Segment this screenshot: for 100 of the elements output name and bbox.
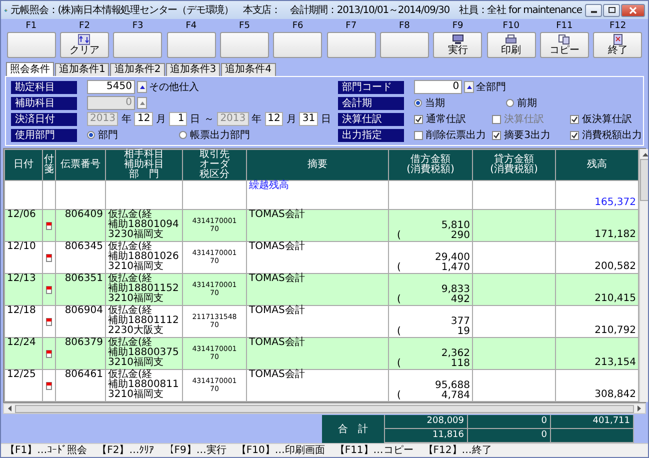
exit-icon xyxy=(612,34,624,45)
sticky-note-icon xyxy=(46,350,52,358)
minimize-button[interactable] xyxy=(585,4,602,16)
sticky-note-icon xyxy=(46,222,52,230)
debit-amount: 29,400 xyxy=(435,252,470,263)
maximize-button[interactable] xyxy=(603,4,620,16)
radio-button[interactable] xyxy=(179,131,187,139)
balance-amount: 210,415 xyxy=(594,293,636,304)
function-button[interactable]: 印刷 xyxy=(486,32,536,58)
total-credit-tax: 0 xyxy=(468,429,551,443)
checkbox-label: 決算仕訳 xyxy=(504,112,544,126)
function-button[interactable]: 終了 xyxy=(593,32,642,58)
department-code-field[interactable]: 0 xyxy=(414,80,462,94)
arrows-icon xyxy=(78,34,90,45)
function-key-label: F10 xyxy=(502,20,520,32)
total-balance: 401,711 xyxy=(551,415,634,429)
field-label: 部門コード xyxy=(338,80,404,94)
account-code-field[interactable]: 5450 xyxy=(87,80,135,94)
sticky-note-icon xyxy=(46,318,52,326)
date-unit: 月 xyxy=(155,113,168,126)
tab[interactable]: 追加条件4 xyxy=(221,63,276,76)
counter-account-text: 仮払金(経 補助18801026 3210福岡支 xyxy=(108,242,179,272)
scroll-up-icon[interactable] xyxy=(642,152,648,157)
triangle-icon xyxy=(466,84,472,90)
column-header: 残高 xyxy=(556,150,638,180)
function-key-label: F8 xyxy=(399,20,410,32)
radio-label: 前期 xyxy=(517,96,538,110)
tab[interactable]: 照会条件 xyxy=(6,62,54,76)
radio-label: 当期 xyxy=(425,96,446,110)
date-cell: 12/10 xyxy=(7,241,36,252)
function-button[interactable]: コピー xyxy=(540,32,589,58)
scroll-left-icon[interactable] xyxy=(7,405,12,412)
tax-bracket: ( xyxy=(397,263,401,273)
function-button[interactable] xyxy=(166,32,216,58)
scrollbar-thumb[interactable] xyxy=(640,159,648,201)
sticky-note-icon xyxy=(46,382,52,390)
checkbox[interactable] xyxy=(570,130,580,140)
scrollbar-thumb[interactable] xyxy=(15,404,634,412)
checkbox[interactable] xyxy=(492,130,502,140)
date-unit: 年 xyxy=(250,113,263,126)
printer-icon xyxy=(505,34,518,45)
field-label: 出力指定 xyxy=(338,128,404,142)
date-field[interactable]: 12 xyxy=(264,112,284,126)
total-debit: 208,009 xyxy=(385,415,468,429)
radio-button[interactable] xyxy=(414,99,422,107)
column-header: 相手科目 補助科目 部 門 xyxy=(106,150,182,180)
column-header: 伝票番号 xyxy=(56,150,106,180)
date-cell: 12/06 xyxy=(7,209,36,220)
debit-amount: 95,688 xyxy=(435,380,470,391)
counter-account-text: 仮払金(経 補助18801112 2230大阪支 xyxy=(108,306,179,336)
sticky-note-icon xyxy=(46,286,52,294)
date-field[interactable]: 12 xyxy=(134,112,154,126)
copy-icon xyxy=(558,34,570,45)
checkbox[interactable] xyxy=(414,114,424,124)
lookup-button[interactable] xyxy=(137,81,147,93)
function-key-label: F5 xyxy=(239,20,250,32)
tab[interactable]: 追加条件2 xyxy=(110,63,165,76)
radio-label: 帳票出力部門 xyxy=(190,128,250,142)
tab[interactable]: 追加条件1 xyxy=(55,63,110,76)
voucher-number: 806904 xyxy=(64,305,103,316)
date-cell: 12/25 xyxy=(7,369,36,380)
checkbox-label: 消費税額出力 xyxy=(582,128,642,142)
function-button[interactable]: クリア xyxy=(60,32,109,58)
function-button[interactable] xyxy=(326,32,376,58)
total-label: 合 計 xyxy=(322,415,385,443)
horizontal-scrollbar[interactable] xyxy=(3,403,646,414)
checkbox[interactable] xyxy=(570,114,580,124)
lookup-button[interactable] xyxy=(464,81,474,93)
radio-button[interactable] xyxy=(506,99,514,107)
function-button[interactable] xyxy=(6,32,56,58)
account-name: その他仕入 xyxy=(149,80,199,94)
function-key-label: F7 xyxy=(346,20,357,32)
function-key-label: F4 xyxy=(186,20,197,32)
function-button[interactable] xyxy=(220,32,269,58)
counter-account-text: 仮払金(経 補助18801094 3230福岡支 xyxy=(108,210,179,240)
function-button[interactable] xyxy=(380,32,429,58)
function-key-label: F11 xyxy=(556,20,573,32)
summary-text: TOMAS会計 xyxy=(249,273,305,284)
checkbox[interactable] xyxy=(414,130,424,140)
radio-button[interactable] xyxy=(87,131,95,139)
close-button[interactable] xyxy=(621,4,645,16)
summary-text: TOMAS会計 xyxy=(249,337,305,348)
debit-tax-amount: 492 xyxy=(450,295,470,305)
monitor-icon xyxy=(452,34,464,45)
function-key-label: F9 xyxy=(452,20,464,32)
tax-bracket: ( xyxy=(397,391,401,401)
function-button[interactable]: 実行 xyxy=(433,32,482,58)
date-field[interactable]: 31 xyxy=(299,112,318,126)
counter-account-text: 仮払金(経 補助18801152 3210福岡支 xyxy=(108,274,179,304)
debit-tax-amount: 4,784 xyxy=(441,391,470,401)
checkbox-label: 仮決算仕訳 xyxy=(582,112,632,126)
function-button[interactable] xyxy=(273,32,322,58)
date-field[interactable]: 1 xyxy=(169,112,188,126)
tab[interactable]: 追加条件3 xyxy=(166,63,220,76)
scroll-right-icon[interactable] xyxy=(637,405,642,412)
tax-bracket: ( xyxy=(397,231,401,241)
function-button[interactable] xyxy=(113,32,162,58)
column-header: 取引先 オーダ 税区分 xyxy=(182,150,246,180)
summary-text: TOMAS会計 xyxy=(249,241,305,252)
vertical-scrollbar[interactable] xyxy=(639,149,648,402)
